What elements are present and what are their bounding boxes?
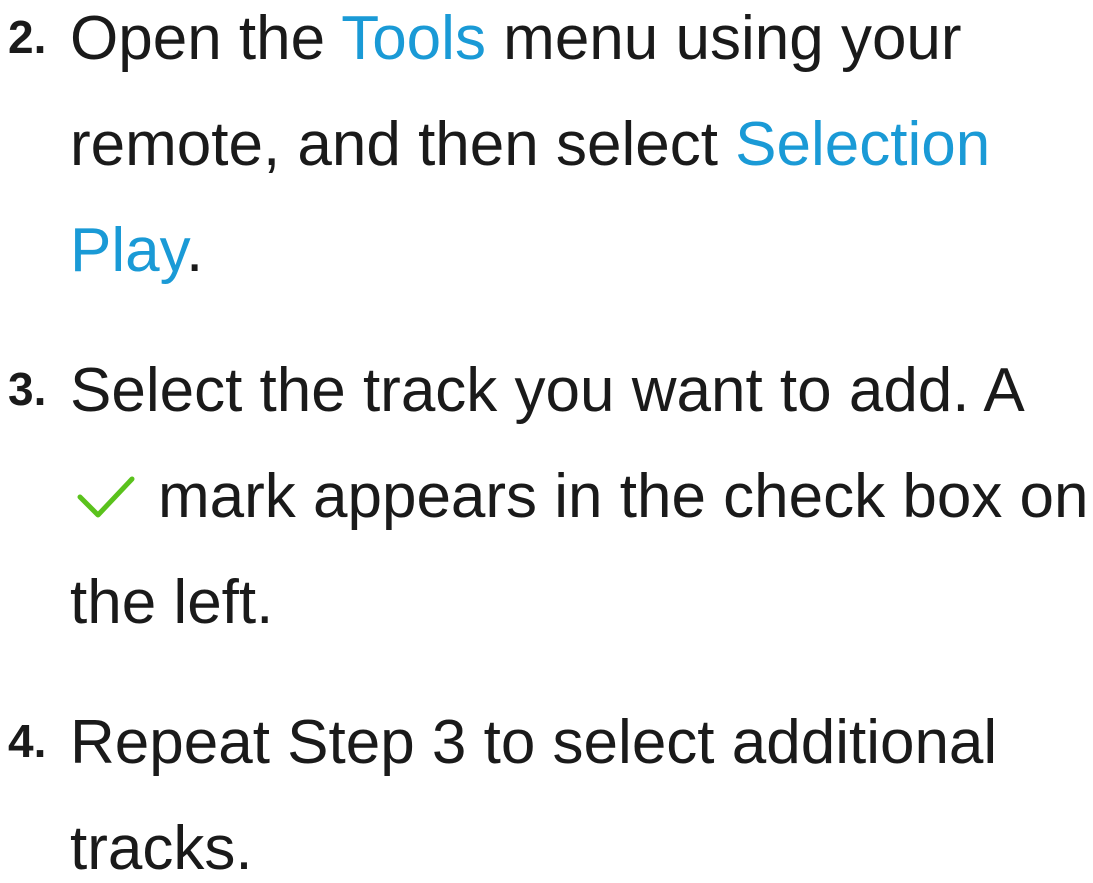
step-text: . <box>186 216 204 285</box>
menu-keyword-play: Play <box>70 216 187 285</box>
step-text: Open the <box>70 4 342 73</box>
step-number: 3. <box>8 363 47 415</box>
step-text-line: mark appears in the check box on <box>76 466 1089 528</box>
checkmark-icon <box>77 476 135 518</box>
step-text: menu using your <box>485 4 962 73</box>
step-text-line: Open the Tools menu using your <box>70 8 962 70</box>
step-text: Select the track you want to add. A <box>70 356 1025 425</box>
step-text: tracks. <box>70 814 253 883</box>
step-text-line: the left. <box>70 572 273 634</box>
step-number: 4. <box>8 715 47 767</box>
menu-keyword-tools: Tools <box>341 4 486 73</box>
step-text-line: tracks. <box>70 818 253 880</box>
step-text: Repeat Step 3 to select additional <box>70 708 998 777</box>
step-text-line: Play. <box>70 220 203 282</box>
step-text-line: Select the track you want to add. A <box>70 360 1025 422</box>
page: { "steps": [ { "number": "2.", "lines": … <box>0 0 1093 880</box>
step-text: remote, and then select <box>70 110 736 179</box>
menu-keyword-selection: Selection <box>735 110 991 179</box>
step-number: 2. <box>8 11 47 63</box>
step-text-line: Repeat Step 3 to select additional <box>70 712 997 774</box>
step-text: mark appears in the check box on <box>158 462 1089 531</box>
step-text-line: remote, and then select Selection <box>70 114 990 176</box>
step-text: the left. <box>70 568 274 637</box>
